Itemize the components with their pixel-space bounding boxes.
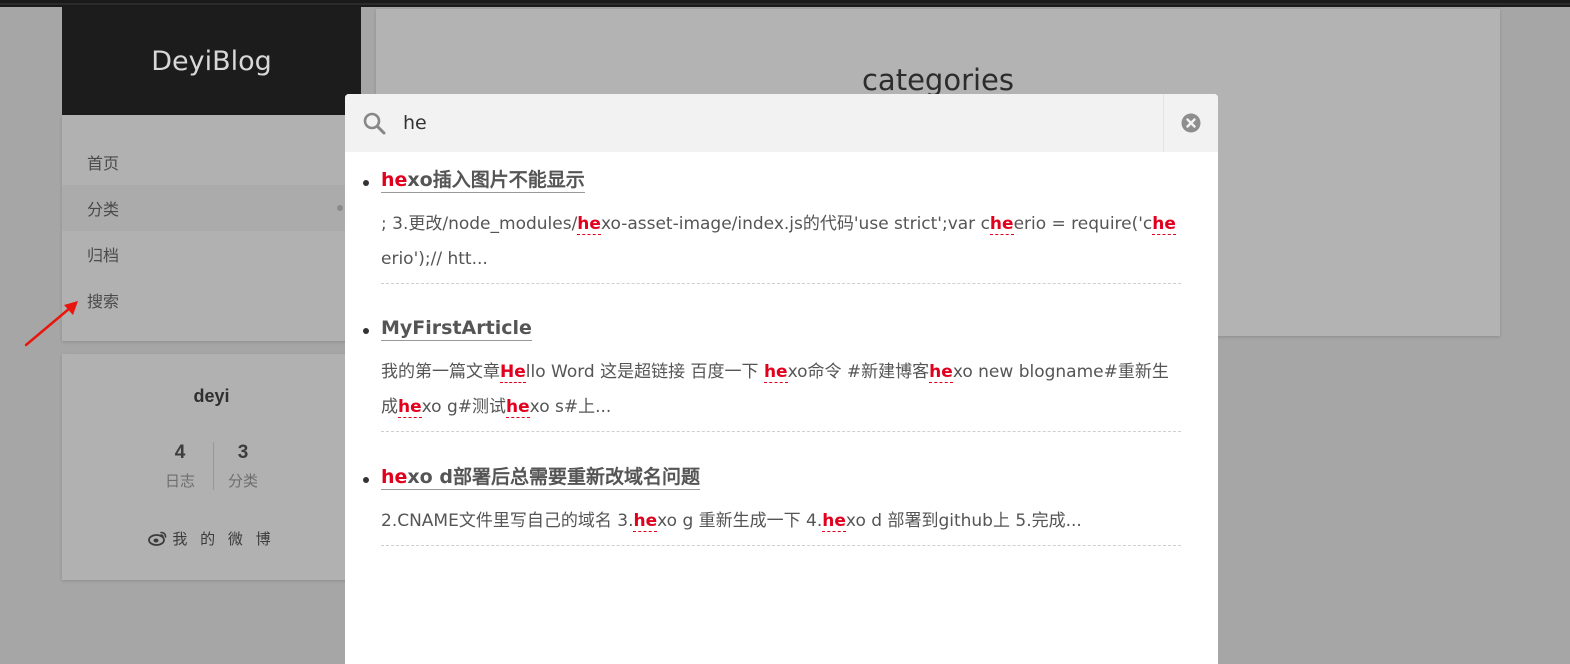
active-indicator-dot [337, 205, 343, 211]
match-highlight: he [989, 214, 1014, 235]
match-highlight: he [381, 466, 408, 488]
search-icon [363, 112, 386, 135]
match-highlight: He [500, 362, 526, 383]
text-segment: xo s#上... [529, 397, 612, 417]
close-icon [1181, 113, 1201, 133]
sidebar-item-search[interactable]: 搜索 [62, 277, 361, 323]
stat-posts[interactable]: 4 日志 [146, 442, 214, 491]
site-brand[interactable]: DeyiBlog [62, 7, 361, 115]
sidebar-item-archives[interactable]: 归档 [62, 231, 361, 277]
match-highlight: he [929, 362, 953, 383]
sidebar-item-home[interactable]: 首页 [62, 139, 361, 185]
text-segment: xo g#测试 [421, 397, 507, 417]
search-result-item: hexo d部署后总需要重新改域名问题 2.CNAME文件里写自己的域名 3.h… [363, 465, 1181, 546]
text-segment: xo-asset-image/index.js的代码'use strict';v… [600, 214, 990, 234]
text-segment: ; 3.更改/node_modules/ [381, 214, 578, 234]
list-bullet [363, 477, 369, 483]
stat-categories[interactable]: 3 分类 [209, 442, 277, 491]
search-result-title[interactable]: hexo d部署后总需要重新改域名问题 [381, 465, 700, 490]
search-popup: hexo插入图片不能显示 ; 3.更改/node_modules/hexo-as… [345, 94, 1218, 664]
search-header [345, 94, 1218, 152]
stat-count: 4 [174, 442, 186, 463]
sidebar-item-label: 首页 [87, 154, 120, 173]
close-search-button[interactable] [1163, 94, 1219, 152]
text-segment: llo Word 这是超链接 百度一下 [525, 362, 764, 382]
stat-label: 日志 [164, 472, 195, 490]
sidebar-item-label: 分类 [87, 200, 120, 219]
text-segment: xo插入图片不能显示 [407, 169, 585, 191]
sidebar-menu: 首页 分类 归档 搜索 [62, 115, 361, 341]
weibo-icon [148, 531, 167, 546]
author-name: deyi [193, 386, 230, 406]
author-profile-card: deyi 4 日志 3 分类 我 的 微 博 [62, 354, 361, 580]
match-highlight: he [381, 169, 408, 191]
match-highlight: he [398, 397, 422, 418]
match-highlight: he [577, 214, 601, 235]
text-segment: erio');// htt... [381, 249, 488, 269]
stat-label: 分类 [227, 472, 258, 490]
text-segment: xo g 重新生成一下 4. [657, 511, 823, 531]
annotation-arrow-icon [24, 301, 78, 347]
top-bar [0, 0, 1570, 7]
match-highlight: he [633, 511, 658, 532]
site-title[interactable]: DeyiBlog [151, 46, 272, 77]
search-result-item: hexo插入图片不能显示 ; 3.更改/node_modules/hexo-as… [363, 168, 1181, 284]
list-bullet [363, 328, 369, 334]
search-result-excerpt: ; 3.更改/node_modules/hexo-asset-image/ind… [381, 207, 1181, 284]
list-bullet [363, 180, 369, 186]
text-segment: 2.CNAME文件里写自己的域名 3. [381, 511, 634, 531]
text-segment: 我的第一篇文章 [381, 362, 500, 382]
text-segment: xo d 部署到github上 5.完成... [845, 511, 1082, 531]
search-input[interactable] [403, 108, 1163, 138]
search-result-title[interactable]: MyFirstArticle [381, 316, 532, 341]
search-result-excerpt: 我的第一篇文章Hello Word 这是超链接 百度一下 hexo命令 #新建博… [381, 355, 1181, 432]
sidebar-item-label: 归档 [87, 246, 120, 265]
match-highlight: he [506, 397, 530, 418]
search-result-excerpt: 2.CNAME文件里写自己的域名 3.hexo g 重新生成一下 4.hexo … [381, 504, 1181, 546]
match-highlight: he [822, 511, 846, 532]
text-segment: xo d部署后总需要重新改域名问题 [407, 466, 700, 488]
search-result-title[interactable]: hexo插入图片不能显示 [381, 168, 585, 193]
weibo-link[interactable]: 我 的 微 博 [62, 528, 361, 549]
stat-count: 3 [237, 442, 249, 463]
text-segment: erio = require('c [1013, 214, 1153, 234]
page-title: categories [861, 63, 1014, 97]
text-segment: MyFirstArticle [381, 317, 532, 339]
search-result-item: MyFirstArticle 我的第一篇文章Hello Word 这是超链接 百… [363, 316, 1181, 432]
text-segment: xo命令 #新建博客 [787, 362, 930, 382]
match-highlight: he [763, 362, 788, 383]
weibo-label: 我 的 微 博 [172, 530, 275, 548]
match-highlight: he [1152, 214, 1176, 235]
sidebar-item-categories[interactable]: 分类 [62, 185, 361, 231]
